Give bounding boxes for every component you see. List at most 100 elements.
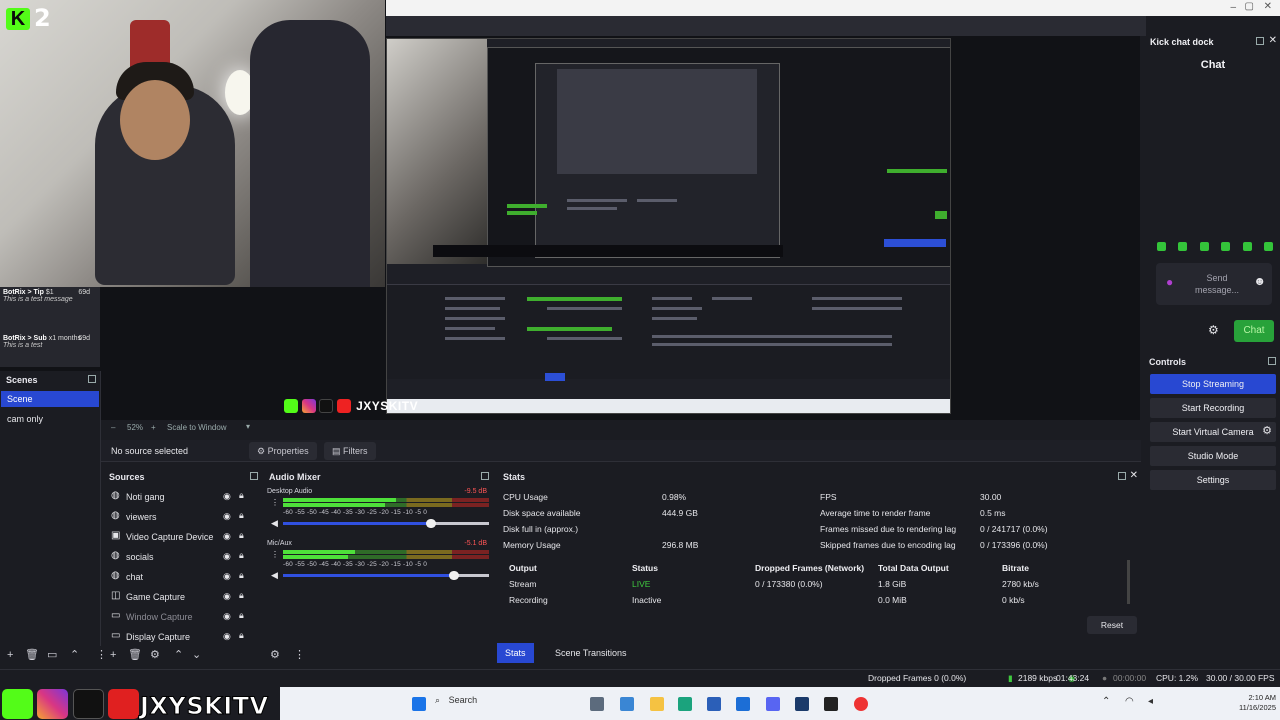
chevron-up-icon[interactable]: ⌃	[1102, 696, 1110, 707]
chat-send-button[interactable]: Chat	[1234, 320, 1274, 342]
zoom-out-icon[interactable]: –	[111, 423, 115, 432]
filters-button[interactable]: ▤ Filters	[324, 442, 376, 460]
volume-slider-knob[interactable]	[448, 571, 459, 580]
source-item[interactable]: ◍ Noti gang ◉ 🔒︎	[109, 488, 259, 506]
control-button-start-virtual-camera[interactable]: Start Virtual Camera	[1150, 422, 1276, 442]
zoom-in-icon[interactable]: +	[151, 423, 156, 432]
control-button-settings[interactable]: Settings	[1150, 470, 1276, 490]
scale-mode-select[interactable]: Scale to Window	[167, 423, 227, 432]
outlook-icon[interactable]	[736, 697, 750, 711]
chat-message-input[interactable]: ● Send message... ☻	[1156, 263, 1272, 305]
more-icon[interactable]: ⋮	[271, 498, 279, 507]
lock-icon[interactable]: 🔒︎	[239, 630, 244, 641]
emote-icon[interactable]	[1178, 242, 1187, 251]
source-item[interactable]: ◍ viewers ◉ 🔒︎	[109, 508, 259, 526]
volume-icon[interactable]: ◂	[1148, 696, 1153, 707]
task-view-icon[interactable]	[590, 697, 604, 711]
add-scene-icon[interactable]: +	[7, 649, 13, 661]
control-button-stop-streaming[interactable]: Stop Streaming	[1150, 374, 1276, 394]
eye-icon[interactable]: ◉	[223, 551, 231, 562]
scene-filters-icon[interactable]: ▭	[47, 649, 57, 661]
volume-slider[interactable]	[283, 571, 489, 580]
lock-icon[interactable]: 🔒︎	[239, 530, 244, 541]
source-properties-icon[interactable]: ⚙	[150, 649, 160, 661]
eye-icon[interactable]: ◉	[223, 591, 231, 602]
edge-icon[interactable]	[678, 697, 692, 711]
undock-icon[interactable]	[1268, 357, 1276, 365]
move-up-icon[interactable]: ⌃	[70, 649, 79, 661]
emote-icon[interactable]	[1221, 242, 1230, 251]
remove-scene-icon[interactable]: 🗑	[25, 649, 39, 661]
vscode-icon[interactable]	[795, 697, 809, 711]
emote-icon[interactable]	[1200, 242, 1209, 251]
speaker-icon[interactable]: ◀	[271, 570, 278, 581]
emote-icon[interactable]	[1243, 242, 1252, 251]
remove-source-icon[interactable]: 🗑	[128, 649, 142, 661]
move-up-icon[interactable]: ⌃	[174, 649, 183, 661]
undock-icon[interactable]	[481, 472, 489, 480]
kick-icon	[284, 399, 298, 413]
eye-icon[interactable]: ◉	[223, 511, 231, 522]
add-source-icon[interactable]: +	[110, 649, 116, 661]
eye-icon[interactable]: ◉	[223, 491, 231, 502]
lock-icon[interactable]: 🔒︎	[239, 590, 244, 601]
obs-icon[interactable]	[824, 697, 838, 711]
source-item[interactable]: ◍ chat ◉ 🔒︎	[109, 568, 259, 586]
emote-icon[interactable]	[1264, 242, 1273, 251]
more-icon[interactable]: ⋮	[96, 649, 107, 661]
scene-item[interactable]: Scene	[1, 391, 99, 407]
lock-icon[interactable]: 🔒︎	[239, 490, 244, 501]
scene-item[interactable]: cam only	[1, 411, 99, 427]
properties-button[interactable]: ⚙ Properties	[249, 442, 317, 460]
speaker-icon[interactable]: ◀	[271, 518, 278, 529]
close-icon[interactable]: ✕	[1130, 470, 1138, 481]
lock-icon[interactable]: 🔒︎	[239, 510, 244, 521]
file-explorer-icon[interactable]	[650, 697, 664, 711]
eye-icon[interactable]: ◉	[223, 631, 231, 642]
table-scrollbar[interactable]	[1127, 560, 1130, 604]
volume-slider[interactable]	[283, 519, 489, 528]
reset-button[interactable]: Reset	[1087, 616, 1137, 634]
lock-icon[interactable]: 🔒︎	[239, 550, 244, 561]
mixer-channel: Mic/Aux -5.1 dB ⋮ -60 -55 -50 -45 -40 -35 -…	[267, 540, 491, 580]
microphone-icon[interactable]: ●	[1166, 275, 1173, 289]
undock-icon[interactable]	[1118, 472, 1126, 480]
more-icon[interactable]: ⋮	[271, 550, 279, 559]
undock-icon[interactable]	[250, 472, 258, 480]
discord-icon[interactable]	[766, 697, 780, 711]
store-icon[interactable]	[707, 697, 721, 711]
source-item[interactable]: ▭ Display Capture ◉ 🔒︎	[109, 628, 259, 646]
taskbar-search[interactable]: ⌕ Search	[435, 695, 555, 713]
taskbar-clock[interactable]: 2:10 AM 11/16/2025	[1239, 693, 1276, 713]
control-button-start-recording[interactable]: Start Recording	[1150, 398, 1276, 418]
wifi-icon[interactable]: ◠	[1125, 696, 1134, 707]
tab-stats[interactable]: Stats	[497, 643, 534, 663]
copilot-icon[interactable]	[620, 697, 634, 711]
gear-icon[interactable]: ⚙	[1208, 323, 1219, 337]
move-down-icon[interactable]: ⌄	[192, 649, 201, 661]
volume-slider-knob[interactable]	[426, 519, 437, 528]
close-icon[interactable]: ✕	[1269, 35, 1277, 46]
virtual-camera-settings-icon[interactable]: ⚙	[1262, 424, 1272, 437]
source-item[interactable]: ◫ Game Capture ◉ 🔒︎	[109, 588, 259, 606]
eye-icon[interactable]: ◉	[223, 531, 231, 542]
emoji-icon[interactable]: ☻	[1253, 274, 1266, 288]
mixer-settings-icon[interactable]: ⚙	[270, 649, 280, 661]
chevron-down-icon[interactable]: ▾	[246, 422, 250, 431]
channel-name: Desktop Audio	[267, 488, 313, 495]
more-icon[interactable]: ⋮	[294, 649, 305, 661]
undock-icon[interactable]	[1256, 37, 1264, 45]
undock-icon[interactable]	[88, 375, 96, 383]
source-item[interactable]: ▣ Video Capture Device ◉ 🔒︎	[109, 528, 259, 546]
start-icon[interactable]	[412, 697, 426, 711]
lock-icon[interactable]: 🔒︎	[239, 610, 244, 621]
eye-icon[interactable]: ◉	[223, 571, 231, 582]
lock-icon[interactable]: 🔒︎	[239, 570, 244, 581]
eye-icon[interactable]: ◉	[223, 611, 231, 622]
source-item[interactable]: ◍ socials ◉ 🔒︎	[109, 548, 259, 566]
control-button-studio-mode[interactable]: Studio Mode	[1150, 446, 1276, 466]
chrome-icon[interactable]	[854, 697, 868, 711]
tab-scene-transitions[interactable]: Scene Transitions	[547, 643, 635, 663]
source-item[interactable]: ▭ Window Capture ◉ 🔒︎	[109, 608, 259, 626]
emote-icon[interactable]	[1157, 242, 1166, 251]
